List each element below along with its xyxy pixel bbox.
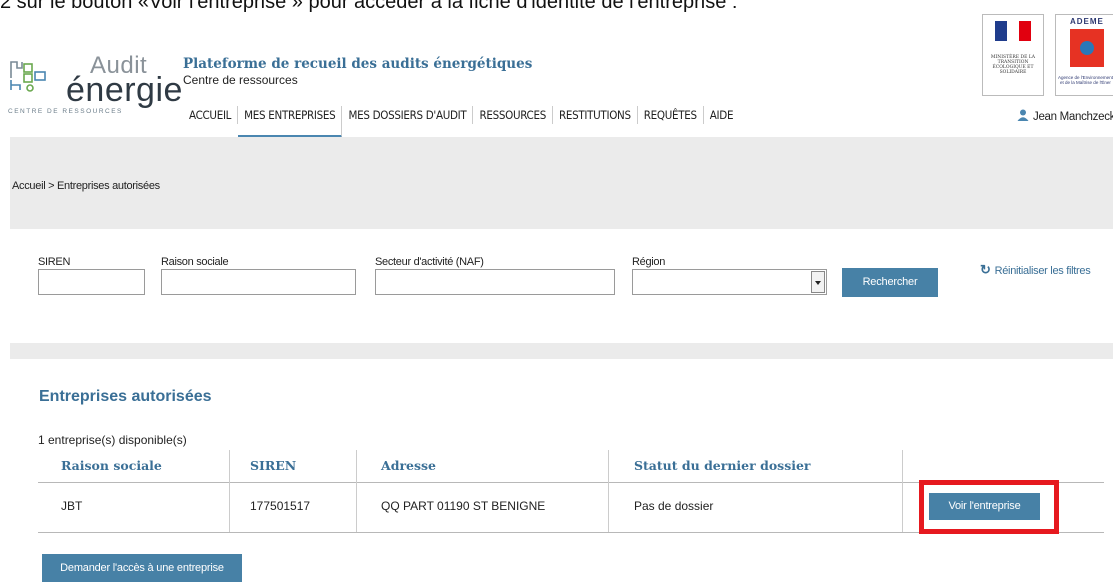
nav-item-ressources[interactable]: RESSOURCES	[473, 106, 553, 124]
column-header-statut[interactable]: Statut du dernier dossier	[634, 458, 811, 473]
raison-sociale-input[interactable]	[161, 269, 356, 295]
site-subtitle: Centre de ressources	[183, 73, 298, 87]
results-count: 1 entreprise(s) disponible(s)	[38, 433, 187, 447]
column-header-siren[interactable]: SIREN	[250, 458, 296, 473]
user-menu[interactable]: Jean Manchzeck	[1017, 109, 1113, 123]
logo-mark-icon	[10, 61, 46, 92]
user-icon	[1017, 109, 1029, 121]
cell-adresse: QQ PART 01190 ST BENIGNE	[381, 499, 546, 513]
column-divider	[902, 450, 903, 532]
ademe-caption: Agence de l'Environnement et de la Maîtr…	[1058, 75, 1113, 85]
nav-item-mes-dossiers[interactable]: MES DOSSIERS D'AUDIT	[342, 106, 474, 124]
marianne-flag-icon	[995, 21, 1031, 41]
secteur-input[interactable]	[375, 269, 615, 295]
nav-item-mes-entreprises[interactable]: MES ENTREPRISES	[238, 106, 343, 138]
siren-input[interactable]	[38, 269, 145, 295]
ministere-text: MINISTÈRE DE LA TRANSITION ÉCOLOGIQUE ET…	[990, 55, 1036, 75]
results-title: Entreprises autorisées	[39, 388, 212, 405]
refresh-icon: ↻	[980, 262, 991, 277]
column-divider	[229, 450, 230, 532]
column-header-adresse[interactable]: Adresse	[381, 458, 436, 473]
nav-item-requetes[interactable]: REQUÊTES	[638, 106, 704, 124]
request-access-button[interactable]: Demander l'accès à une entreprise	[42, 554, 242, 582]
main-nav: ACCUEIL MES ENTREPRISES MES DOSSIERS D'A…	[183, 106, 739, 138]
user-name: Jean Manchzeck	[1033, 111, 1113, 123]
search-button[interactable]: Rechercher	[842, 268, 938, 297]
logo-centre-text: CENTRE DE RESSOURCES	[8, 108, 123, 115]
highlight-frame	[919, 480, 1059, 534]
cell-siren: 177501517	[250, 499, 311, 513]
filters-panel: SIREN Raison sociale Secteur d'activité …	[10, 229, 1113, 343]
reset-filters-label: Réinitialiser les filtres	[994, 265, 1091, 277]
audit-energie-logo[interactable]: Audit énergie CENTRE DE RESSOURCES	[8, 52, 182, 122]
cell-statut: Pas de dossier	[634, 499, 714, 513]
nav-item-restitutions[interactable]: RESTITUTIONS	[553, 106, 638, 124]
raison-sociale-label: Raison sociale	[161, 256, 229, 268]
chevron-down-icon[interactable]	[811, 271, 825, 293]
ademe-logo: ADEME Agence de l'Environnement et de la…	[1055, 14, 1113, 96]
siren-label: SIREN	[38, 256, 71, 268]
cell-raison-sociale: JBT	[61, 499, 83, 513]
column-divider	[356, 450, 357, 532]
nav-item-aide[interactable]: AIDE	[704, 106, 739, 124]
column-divider	[608, 450, 609, 532]
reset-filters-link[interactable]: ↻ Réinitialiser les filtres	[980, 262, 1091, 278]
instruction-text: 2 sur le bouton «Voir l'entreprise » pou…	[0, 0, 738, 13]
breadcrumb[interactable]: Accueil > Entreprises autorisées	[12, 180, 160, 192]
region-select[interactable]	[632, 269, 827, 295]
ademe-emblem-icon	[1070, 29, 1104, 67]
region-label: Région	[632, 256, 666, 268]
secteur-label: Secteur d'activité (NAF)	[375, 256, 484, 268]
nav-item-accueil[interactable]: ACCUEIL	[183, 106, 239, 124]
ademe-name: ADEME	[1070, 17, 1104, 26]
column-header-raison-sociale[interactable]: Raison sociale	[61, 458, 162, 473]
site-title: Plateforme de recueil des audits énergét…	[183, 56, 533, 72]
ministere-logo: MINISTÈRE DE LA TRANSITION ÉCOLOGIQUE ET…	[982, 14, 1044, 96]
logo-energie-text: énergie	[66, 71, 183, 109]
